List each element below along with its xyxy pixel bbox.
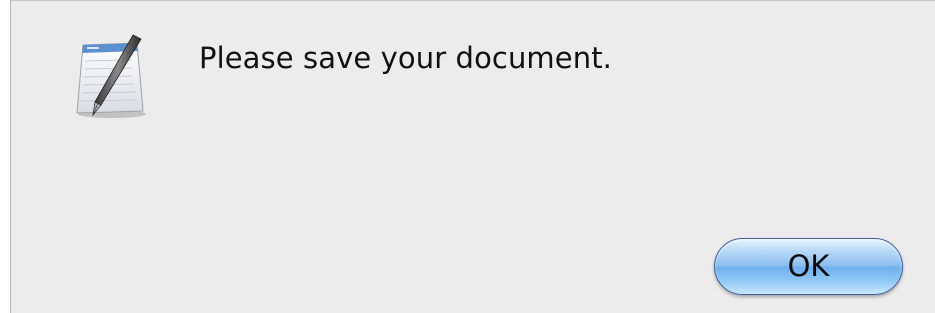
alert-message: Please save your document. xyxy=(199,41,612,75)
ok-button-label: OK xyxy=(787,249,830,283)
textedit-document-pen-icon xyxy=(71,31,153,121)
alert-dialog: Please save your document. OK xyxy=(10,0,935,313)
ok-button[interactable]: OK xyxy=(714,238,903,295)
